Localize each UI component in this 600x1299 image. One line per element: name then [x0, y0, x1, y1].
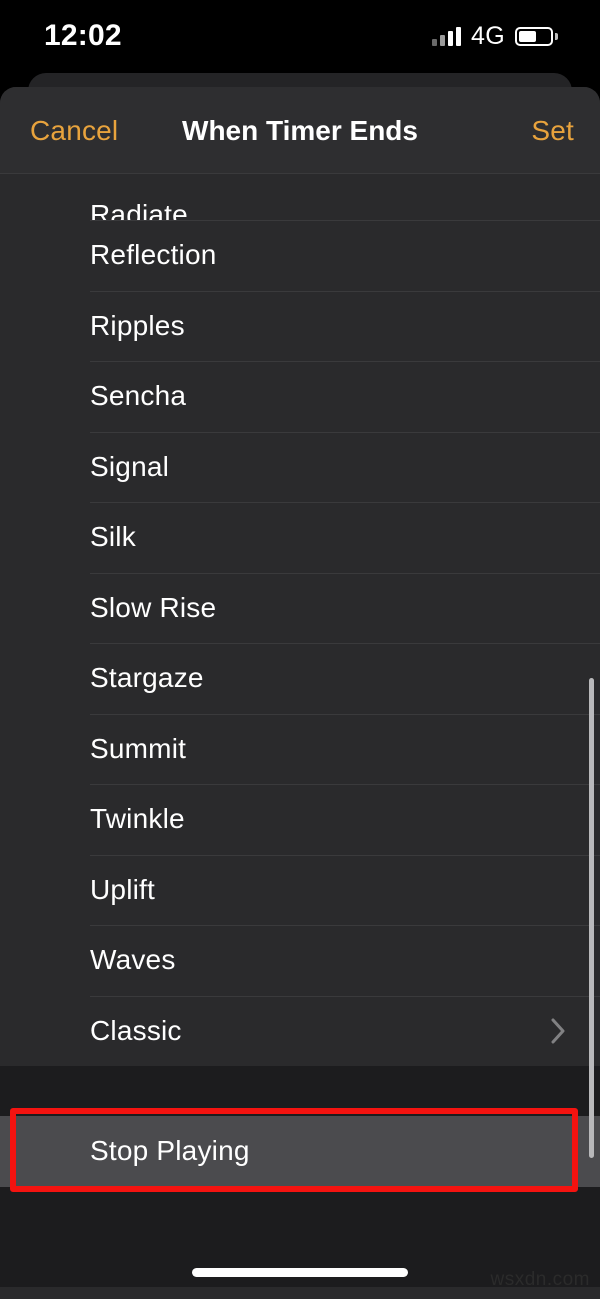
list-item-tone[interactable]: Stargaze	[0, 643, 600, 714]
set-button[interactable]: Set	[531, 115, 574, 147]
status-bar-clock: 12:02	[44, 19, 122, 52]
tone-label: Classic	[90, 1014, 182, 1046]
cellular-signal-icon	[432, 26, 462, 46]
tone-list-scroll-area[interactable]: Radiate Reflection Ripples Sencha Signal Silk…	[0, 174, 600, 1299]
chevron-right-icon	[551, 1018, 566, 1044]
watermark-label: wsxdn.com	[490, 1269, 590, 1290]
list-item-tone[interactable]: Summit	[0, 713, 600, 784]
tone-label: Uplift	[90, 873, 155, 905]
list-item-tone[interactable]: Reflection	[0, 220, 600, 291]
list-item-tone[interactable]: Classic	[0, 995, 600, 1066]
tone-label: Waves	[90, 944, 176, 976]
stop-playing-label: Stop Playing	[90, 1135, 250, 1167]
list-item-tone[interactable]: Uplift	[0, 854, 600, 925]
home-indicator	[192, 1268, 408, 1277]
tone-label: Silk	[90, 521, 136, 553]
tone-label: Reflection	[90, 239, 217, 271]
status-bar-indicators: 4G	[432, 22, 558, 51]
list-item-tone[interactable]: Sencha	[0, 361, 600, 432]
network-type-label: 4G	[471, 21, 505, 50]
cancel-button[interactable]: Cancel	[30, 115, 118, 147]
tone-label: Signal	[90, 450, 170, 482]
stop-playing-section: Stop Playing	[0, 1116, 600, 1187]
tone-list-section: Radiate Reflection Ripples Sencha Signal Silk…	[0, 174, 600, 1066]
list-item-tone[interactable]: Silk	[0, 502, 600, 573]
sheet-nav-bar: Cancel When Timer Ends Set	[0, 87, 600, 174]
list-item-stop-playing[interactable]: Stop Playing	[0, 1116, 600, 1187]
tone-label: Sencha	[90, 380, 187, 412]
tone-label: Summit	[90, 732, 187, 764]
battery-icon	[515, 26, 558, 46]
list-item-tone[interactable]: Twinkle	[0, 784, 600, 855]
section-separator-gap	[0, 1066, 600, 1116]
tone-picker-sheet: Cancel When Timer Ends Set Radiate Reflec…	[0, 87, 600, 1299]
vertical-scrollbar[interactable]	[589, 678, 594, 1158]
list-item-tone[interactable]: Ripples	[0, 290, 600, 361]
phone-screen: 12:02 4G Cancel When Timer Ends Set Radi…	[0, 0, 600, 1299]
tone-label: Stargaze	[90, 662, 204, 694]
status-bar: 12:02 4G	[0, 0, 600, 72]
list-item-tone[interactable]: Waves	[0, 925, 600, 996]
tone-label: Slow Rise	[90, 591, 217, 623]
list-item-tone[interactable]: Signal	[0, 431, 600, 502]
tone-label: Ripples	[90, 309, 185, 341]
list-item-tone[interactable]: Slow Rise	[0, 572, 600, 643]
tone-label: Radiate	[90, 199, 188, 221]
tone-label: Twinkle	[90, 803, 185, 835]
list-item-tone[interactable]: Radiate	[0, 174, 600, 220]
